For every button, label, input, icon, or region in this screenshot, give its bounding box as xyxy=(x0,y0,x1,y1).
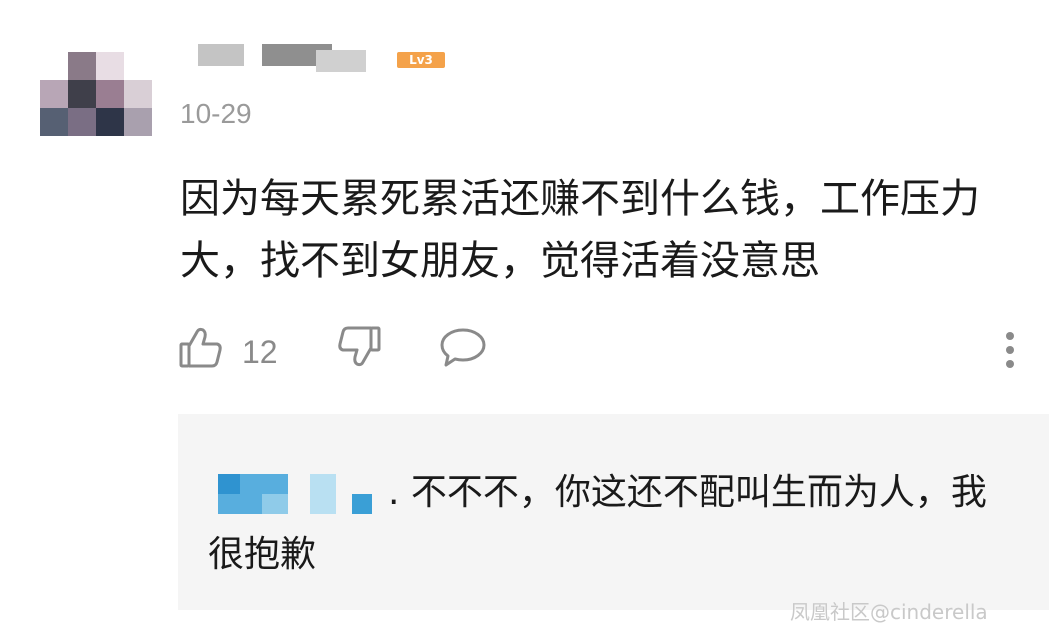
dislike-button[interactable] xyxy=(336,324,384,380)
thumbs-down-icon xyxy=(336,324,384,370)
reply-text: . 不不不，你这还不配叫生而为人，我很抱歉 xyxy=(208,462,998,586)
username-blurred-3 xyxy=(316,50,366,72)
avatar[interactable] xyxy=(40,52,152,136)
comment-text: 因为每天累死累活还赚不到什么钱，工作压力大，找不到女朋友，觉得活着没意思 xyxy=(180,176,980,284)
like-button[interactable] xyxy=(178,324,226,380)
comment-date: 10-29 xyxy=(180,98,252,129)
reply-button[interactable] xyxy=(438,324,488,380)
reply-text-content: . 不不不，你这还不配叫生而为人，我很抱歉 xyxy=(208,472,987,575)
comment-bubble-icon xyxy=(438,324,488,370)
username-blurred[interactable] xyxy=(198,44,244,66)
more-options-button[interactable] xyxy=(996,330,1024,386)
level-badge: Lv3 xyxy=(397,52,445,68)
like-count: 12 xyxy=(242,334,278,370)
watermark: 凤凰社区@cinderella xyxy=(790,600,988,624)
more-vertical-icon xyxy=(996,330,1024,374)
thumbs-up-icon xyxy=(178,324,226,370)
